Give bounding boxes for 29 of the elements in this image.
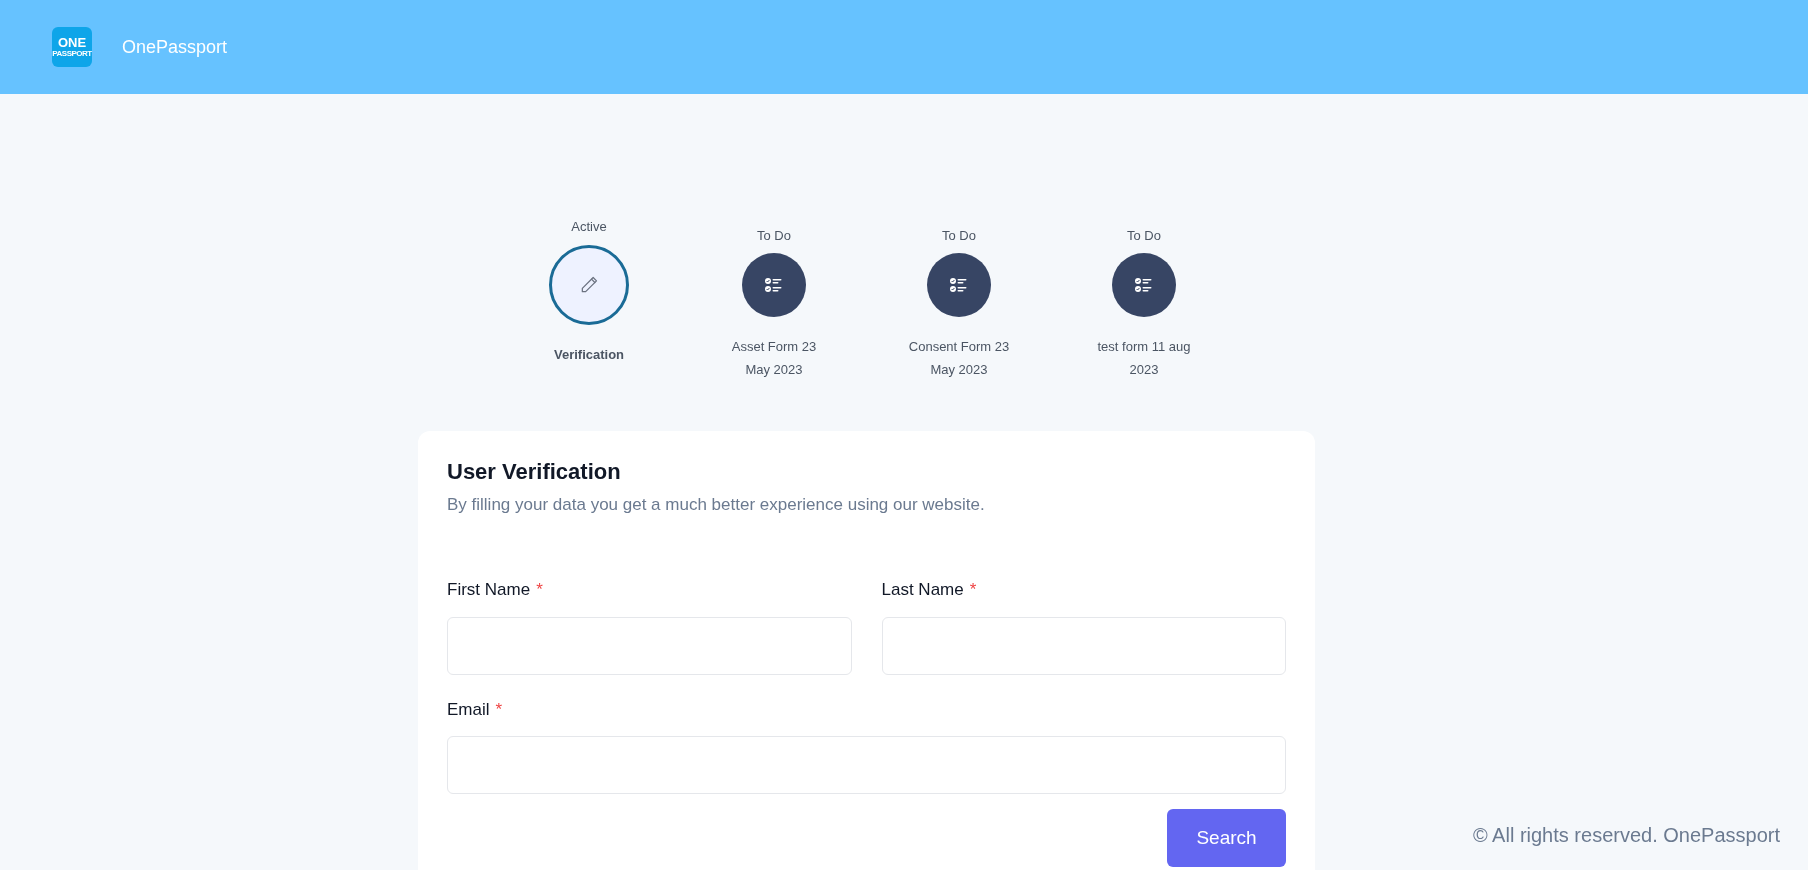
field-label: Email <box>447 698 490 721</box>
app-title: OnePassport <box>122 35 228 59</box>
field-label: First Name <box>447 579 531 601</box>
step-name: test form 11 aug 2023 <box>1096 337 1192 379</box>
required-mark: * <box>536 579 543 601</box>
step-name: Asset Form 23 May 2023 <box>730 337 818 379</box>
footer-text: © All rights reserved. OnePassport <box>1472 823 1780 848</box>
checklist-icon <box>764 275 784 294</box>
logo[interactable]: ONE PASSPORT <box>52 27 92 67</box>
input-field[interactable] <box>881 616 1286 675</box>
logo-text: ONE <box>57 36 87 49</box>
pencil-icon <box>579 274 599 295</box>
checklist-icon <box>1134 275 1154 294</box>
form-subtitle: By filling your data you get a much better experience using our website. <box>447 493 986 516</box>
step-status: To Do <box>942 227 976 245</box>
step-status: Active <box>571 218 607 236</box>
input-field[interactable] <box>447 736 1286 794</box>
input-field[interactable] <box>447 616 852 675</box>
form-title: User Verification <box>447 457 622 486</box>
search-button[interactable]: Search <box>1167 809 1286 867</box>
logo-subtext: PASSPORT <box>52 50 92 58</box>
step-status: To Do <box>757 227 791 245</box>
step-status: To Do <box>1127 227 1161 245</box>
required-mark: * <box>969 579 977 601</box>
required-mark: * <box>495 698 503 721</box>
step-name: Verification <box>552 345 626 364</box>
field-label: Last Name <box>881 579 964 601</box>
checklist-icon <box>949 275 969 294</box>
step-name: Consent Form 23 May 2023 <box>907 337 1011 379</box>
